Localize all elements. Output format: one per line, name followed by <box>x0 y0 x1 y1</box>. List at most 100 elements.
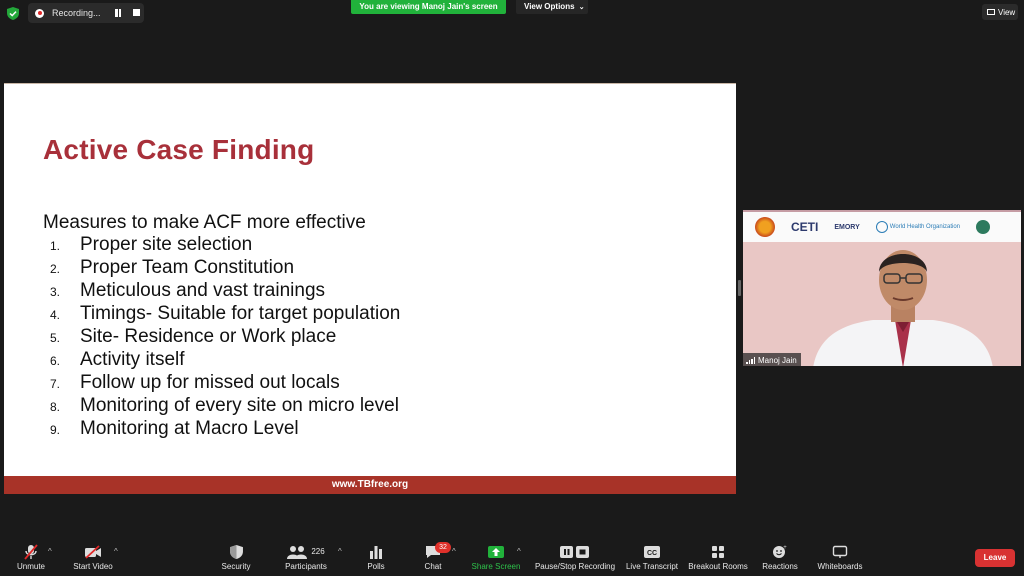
list-item-number: 2. <box>50 262 61 276</box>
video-off-icon <box>84 543 102 560</box>
svg-text:CC: CC <box>647 550 657 557</box>
start-video-button[interactable]: Start Video <box>70 543 116 576</box>
participant-count: 226 <box>311 547 325 556</box>
organization-logo <box>755 217 775 237</box>
panel-resize-handle[interactable] <box>738 280 741 296</box>
chevron-down-icon: ⌄ <box>578 4 585 11</box>
share-options-chevron-icon[interactable]: ^ <box>517 547 521 556</box>
participants-options-chevron-icon[interactable]: ^ <box>338 547 342 556</box>
recording-dot-icon <box>35 8 44 18</box>
participant-name: Manoj Jain <box>758 356 797 365</box>
list-item-text: Follow up for missed out locals <box>80 372 340 393</box>
security-shield-icon[interactable] <box>7 7 19 20</box>
reactions-label: Reactions <box>762 562 798 571</box>
breakout-rooms-grid-icon <box>711 543 725 560</box>
slide-subtitle: Measures to make ACF more effective <box>43 212 366 233</box>
participants-icon: 226 <box>287 543 325 560</box>
list-item-number: 5. <box>50 331 61 345</box>
breakout-rooms-button[interactable]: Breakout Rooms <box>686 543 750 576</box>
shield-icon <box>229 543 243 560</box>
chat-unread-badge: 32 <box>435 542 451 553</box>
view-button[interactable]: View <box>982 4 1018 20</box>
leave-meeting-button[interactable]: Leave <box>975 549 1015 567</box>
list-item: 6. Activity itself <box>50 349 400 372</box>
share-screen-button[interactable]: Share Screen <box>468 543 524 576</box>
list-item: 9. Monitoring at Macro Level <box>50 418 400 441</box>
whiteboards-label: Whiteboards <box>817 562 863 571</box>
list-item-number: 8. <box>50 400 61 414</box>
list-item-text: Proper Team Constitution <box>80 257 295 278</box>
start-video-label: Start Video <box>73 562 113 571</box>
breakout-rooms-label: Breakout Rooms <box>688 562 748 571</box>
view-button-label: View <box>998 7 1016 17</box>
pause-recording-icon[interactable] <box>114 9 122 17</box>
list-item-text: Meticulous and vast trainings <box>80 280 326 301</box>
view-grid-icon <box>987 9 995 15</box>
list-item: 1. Proper site selection <box>50 234 400 257</box>
institute-logo <box>976 220 991 234</box>
shared-screen-slide: Active Case Finding Measures to make ACF… <box>4 83 736 494</box>
list-item-number: 7. <box>50 377 61 391</box>
list-item-text: Monitoring at Macro Level <box>80 418 299 439</box>
live-transcript-label: Live Transcript <box>625 562 679 571</box>
list-item-number: 1. <box>50 239 61 253</box>
share-screen-label: Share Screen <box>471 562 521 571</box>
list-item-text: Monitoring of every site on micro level <box>80 395 399 416</box>
list-item: 2. Proper Team Constitution <box>50 257 400 280</box>
participants-label: Participants <box>285 562 327 571</box>
recording-indicator: Recording... <box>28 3 144 23</box>
live-transcript-button[interactable]: CC Live Transcript <box>624 543 680 576</box>
participant-name-tag: Manoj Jain <box>743 353 801 366</box>
recording-label: Recording... <box>52 8 101 18</box>
slide-measures-list: 1. Proper site selection 2. Proper Team Co… <box>50 234 400 441</box>
list-item-text: Proper site selection <box>80 234 253 255</box>
list-item-number: 9. <box>50 423 61 437</box>
reactions-button[interactable]: + Reactions <box>760 543 800 576</box>
list-item-number: 4. <box>50 308 61 322</box>
who-logo-text: World Health Organization <box>889 224 961 230</box>
view-options-button[interactable]: View Options ⌄ <box>516 0 588 14</box>
slide-footer-url: www.TBfree.org <box>4 476 736 494</box>
polls-label: Polls <box>367 562 385 571</box>
security-label: Security <box>221 562 251 571</box>
polls-bar-chart-icon <box>369 543 383 560</box>
whiteboards-button[interactable]: Whiteboards <box>814 543 866 576</box>
globe-icon <box>875 221 888 233</box>
svg-text:+: + <box>783 545 787 551</box>
closed-caption-icon: CC <box>643 543 661 560</box>
list-item-number: 6. <box>50 354 61 368</box>
stop-recording-icon[interactable] <box>133 9 140 16</box>
whiteboard-icon <box>832 543 848 560</box>
unmute-label: Unmute <box>16 562 45 571</box>
video-options-chevron-icon[interactable]: ^ <box>114 547 118 556</box>
viewing-screen-banner: You are viewing Manoj Jain's screen <box>351 0 506 14</box>
list-item: 4. Timings- Suitable for target populatio… <box>50 303 400 326</box>
list-item-text: Site- Residence or Work place <box>80 326 337 347</box>
smiley-reaction-icon: + <box>772 543 788 560</box>
list-item: 8. Monitoring of every site on micro leve… <box>50 395 400 418</box>
list-item: 3. Meticulous and vast trainings <box>50 280 400 303</box>
chat-options-chevron-icon[interactable]: ^ <box>452 547 456 556</box>
list-item: 5. Site- Residence or Work place <box>50 326 400 349</box>
list-item: 7. Follow up for missed out locals <box>50 372 400 395</box>
ceti-logo: CETI <box>791 220 819 234</box>
speaker-video-feed <box>813 250 993 366</box>
polls-button[interactable]: Polls <box>360 543 392 576</box>
pause-stop-recording-button[interactable]: Pause/Stop Recording <box>532 543 618 576</box>
chat-label: Chat <box>424 562 442 571</box>
participants-button[interactable]: 226 Participants <box>282 543 330 576</box>
who-logo: World Health Organization <box>875 221 961 233</box>
emory-logo: EMORY <box>834 223 860 231</box>
speaker-video-tile[interactable]: CETI EMORY World Health Organization Man… <box>743 210 1021 366</box>
share-screen-icon <box>487 543 505 560</box>
list-item-text: Activity itself <box>80 349 185 370</box>
list-item-text: Timings- Suitable for target population <box>80 303 401 324</box>
slide-title: Active Case Finding <box>43 134 315 165</box>
list-item-number: 3. <box>50 285 61 299</box>
security-button[interactable]: Security <box>218 543 254 576</box>
signal-bars-icon <box>746 357 755 364</box>
view-options-label: View Options <box>524 2 575 11</box>
muted-microphone-icon <box>24 543 38 560</box>
unmute-button[interactable]: Unmute <box>12 543 50 576</box>
audio-options-chevron-icon[interactable]: ^ <box>48 547 52 556</box>
